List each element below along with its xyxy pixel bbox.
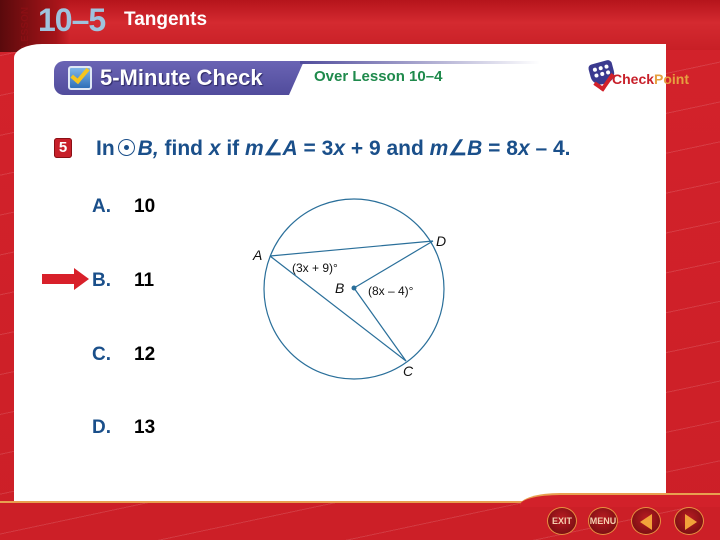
selected-answer-arrow-icon (42, 268, 89, 290)
expression-part: + 9 and (345, 137, 430, 160)
circle-symbol-icon (117, 139, 135, 156)
radius-bd (353, 240, 434, 289)
next-button[interactable] (674, 507, 704, 535)
variable-x: x (208, 137, 221, 160)
angle-icon: ∠ (263, 137, 283, 160)
checkpoint-logo-text: CheckPoint (612, 71, 689, 87)
logo-text-point: Point (654, 71, 690, 87)
radius-bc (353, 287, 407, 362)
answer-letter: D. (92, 417, 111, 438)
checkbox-icon (68, 66, 92, 90)
over-lesson-label: Over Lesson 10–4 (314, 68, 443, 85)
point-label-d: D (436, 233, 446, 249)
previous-button[interactable] (631, 507, 661, 535)
variable-x: x (517, 137, 530, 160)
question-prefix: In (96, 137, 115, 160)
chord-ad (269, 240, 434, 257)
lesson-title: Tangents (124, 9, 208, 30)
angle-b-label: (8x – 4)° (368, 284, 414, 298)
triangle-right-icon (685, 514, 697, 530)
angle-icon: ∠ (448, 137, 468, 160)
answer-option-d[interactable]: D. 13 (92, 417, 155, 439)
triangle-left-icon (640, 514, 652, 530)
checkpoint-logo: CheckPoint (587, 59, 690, 92)
answer-value: 12 (134, 344, 156, 365)
exit-button[interactable]: EXIT (547, 507, 577, 535)
point-label-c: C (403, 363, 414, 379)
center-point-b (351, 285, 357, 291)
circle-diagram: A D B C (3x + 9)° (8x – 4)° (252, 198, 446, 380)
point-label-b: B (335, 280, 344, 296)
question-text-part: find (158, 137, 209, 160)
answer-value: 10 (134, 196, 156, 217)
question-number-badge: 5 (54, 138, 72, 158)
angle-name-a: A (282, 137, 298, 160)
variable-x: x (333, 137, 346, 160)
answer-value: 11 (134, 270, 155, 291)
expression-part: – 4. (529, 137, 571, 160)
banner-title: 5-Minute Check (100, 65, 263, 90)
chord-ac (269, 255, 407, 362)
measure-m: m (429, 137, 449, 160)
circle-name: B, (137, 137, 159, 160)
angle-a-label: (3x + 9)° (292, 261, 338, 275)
answer-option-b[interactable]: B. 11 (92, 270, 154, 292)
answer-value: 13 (134, 417, 156, 438)
lesson-label: LESSON (20, 6, 31, 48)
menu-button[interactable]: MENU (588, 507, 618, 535)
answer-option-a[interactable]: A. 10 (92, 196, 155, 218)
angle-name-b: B (467, 137, 483, 160)
answer-letter: B. (92, 270, 111, 291)
expression-part: = 3 (297, 137, 334, 160)
expression-part: = 8 (482, 137, 518, 160)
point-label-a: A (252, 247, 262, 263)
banner-divider (300, 61, 540, 64)
answer-letter: A. (92, 196, 111, 217)
answer-option-c[interactable]: C. 12 (92, 344, 155, 366)
answer-letter: C. (92, 344, 111, 365)
question-text-part: if (220, 137, 246, 160)
lesson-number: 10–5 (38, 2, 106, 38)
logo-text-check: Check (612, 71, 655, 87)
question-text: In B, find x if m∠A = 3x + 9 and m∠B = 8x… (96, 136, 571, 161)
measure-m: m (245, 137, 264, 160)
header-bar (0, 0, 720, 50)
footer-bump (520, 493, 720, 507)
